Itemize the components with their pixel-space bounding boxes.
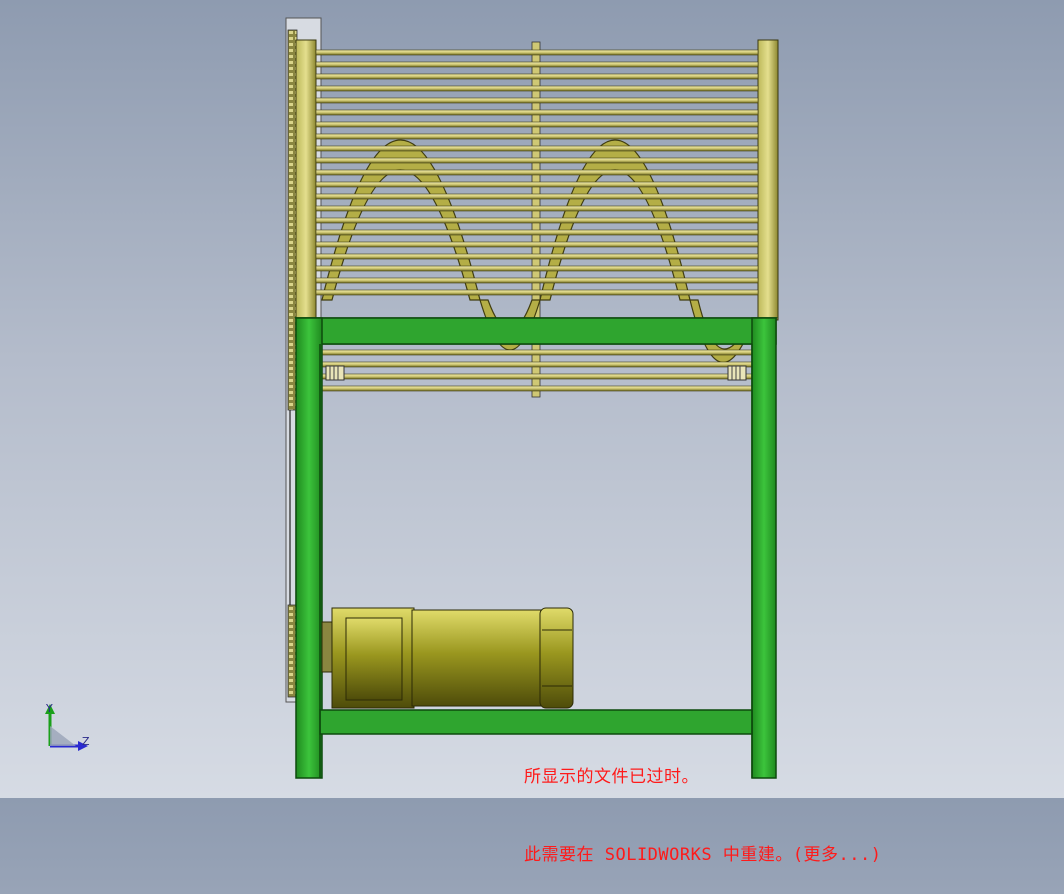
drum-rod: [315, 49, 759, 56]
model-view[interactable]: Y Z: [0, 0, 1064, 798]
rebuild-notice[interactable]: 所显示的文件已过时。 此需要在 SOLIDWORKS 中重建。(更多...): [524, 712, 882, 894]
drum-rod: [315, 361, 759, 368]
triad-y-label: Y: [45, 702, 53, 715]
drum-rod: [315, 121, 759, 128]
rebuild-notice-line1: 所显示的文件已过时。: [524, 767, 699, 787]
rebuild-notice-line2[interactable]: 此需要在 SOLIDWORKS 中重建。(更多...): [524, 842, 882, 868]
drum-rod: [315, 145, 759, 152]
drum-rod: [315, 229, 759, 236]
drum-rod: [315, 73, 759, 80]
drum-rod: [315, 97, 759, 104]
drum-rod: [315, 241, 759, 248]
graphics-area[interactable]: Y Z: [0, 0, 1064, 798]
drum-rod: [315, 193, 759, 200]
drum-rod: [315, 133, 759, 140]
drum-rod: [315, 85, 759, 92]
drive-motor: [321, 607, 574, 709]
drum-rod: [315, 385, 759, 392]
drum-rod: [315, 169, 759, 176]
drum-rod: [315, 265, 759, 272]
coordinate-triad: Y Z: [45, 702, 90, 751]
drum-rod: [315, 373, 759, 380]
drum-rod: [315, 349, 759, 356]
drum-rod: [315, 109, 759, 116]
drum-rod: [315, 217, 759, 224]
drum-rod: [315, 205, 759, 212]
drum-rod: [315, 277, 759, 284]
triad-z-label: Z: [82, 735, 90, 748]
drum-rod: [315, 289, 759, 296]
drum-rod: [315, 181, 759, 188]
drum-rod: [315, 61, 759, 68]
drum-rod: [315, 157, 759, 164]
drum-rod: [315, 253, 759, 260]
